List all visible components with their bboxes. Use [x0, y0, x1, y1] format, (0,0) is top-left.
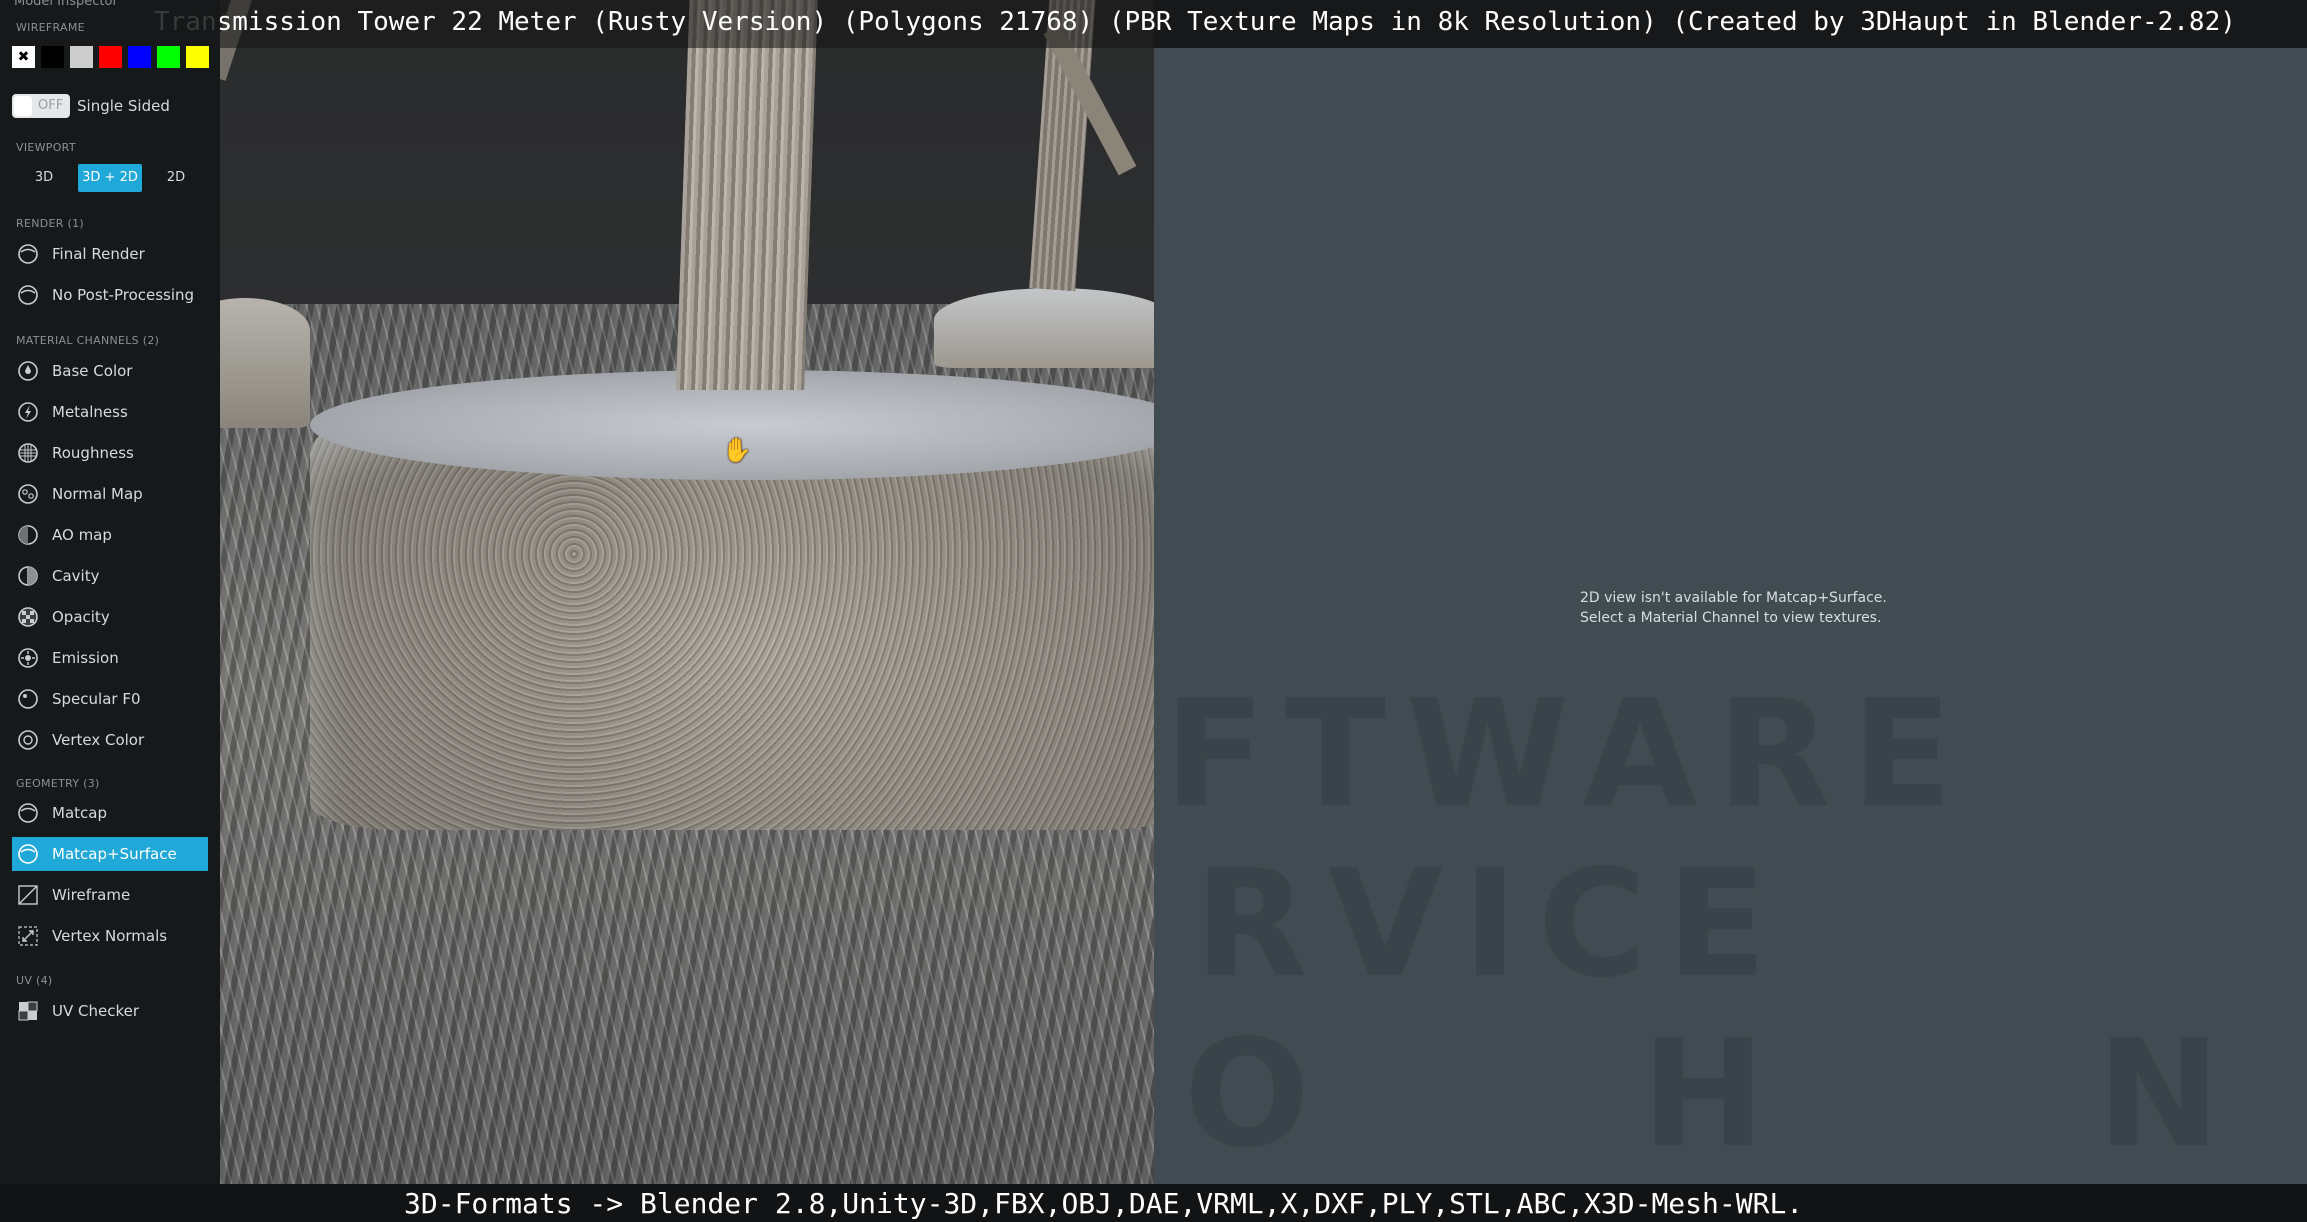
channel-metalness[interactable]: Metalness	[12, 395, 208, 429]
panel2d-message: 2D view isn't available for Matcap+Surfa…	[1580, 588, 1887, 628]
render-sphere-icon	[18, 285, 38, 305]
menu-label: Opacity	[52, 608, 110, 626]
menu-label: Vertex Color	[52, 731, 145, 749]
uv-checker-icon	[18, 1001, 38, 1021]
wireframe-color-red[interactable]	[99, 46, 122, 68]
menu-label: Matcap+Surface	[52, 845, 177, 863]
metalness-icon	[18, 402, 38, 422]
inspector-label[interactable]: Model Inspector	[14, 0, 118, 9]
single-sided-toggle[interactable]: OFF	[12, 94, 70, 118]
channel-normal-map[interactable]: Normal Map	[12, 477, 208, 511]
render-sphere-icon	[18, 244, 38, 264]
specular-icon	[18, 689, 38, 709]
model-inspector-screen: ✋ FTWARE RVICE O H N 2D view isn't avail…	[0, 0, 2307, 1222]
menu-label: Matcap	[52, 804, 107, 822]
vertex-color-icon	[18, 730, 38, 750]
wireframe-color-green[interactable]	[157, 46, 180, 68]
menu-label: Metalness	[52, 403, 128, 421]
menu-label: Vertex Normals	[52, 927, 168, 945]
tree-trunk-center	[676, 0, 818, 390]
channel-roughness[interactable]: Roughness	[12, 436, 208, 470]
geometry-matcap[interactable]: Matcap	[12, 796, 208, 830]
base-color-icon	[18, 361, 38, 381]
geometry-section-label: GEOMETRY (3)	[16, 777, 100, 790]
toggle-state: OFF	[38, 98, 64, 113]
menu-label: No Post-Processing	[52, 286, 195, 304]
channel-opacity[interactable]: Opacity	[12, 600, 208, 634]
menu-label: Wireframe	[52, 886, 131, 904]
wireframe-section-label: WIREFRAME	[16, 21, 85, 34]
opacity-icon	[18, 607, 38, 627]
matcap-icon	[18, 803, 38, 823]
viewport-section-label: VIEWPORT	[16, 141, 76, 154]
channel-base-color[interactable]: Base Color	[12, 354, 208, 388]
channel-vertex-color[interactable]: Vertex Color	[12, 723, 208, 757]
single-sided-label: Single Sided	[77, 97, 170, 115]
watermark-line: O H N	[1184, 1008, 2307, 1180]
cavity-icon	[18, 566, 38, 586]
geometry-vertex-normals[interactable]: Vertex Normals	[12, 919, 208, 953]
title-bar: Transmission Tower 22 Meter (Rusty Versi…	[0, 0, 2307, 48]
geometry-matcap-surface[interactable]: Matcap+Surface	[12, 837, 208, 871]
emission-icon	[18, 648, 38, 668]
panel2d-message-line1: 2D view isn't available for Matcap+Surfa…	[1580, 590, 1887, 606]
uv-checker[interactable]: UV Checker	[12, 994, 208, 1028]
material-channels-section-label: MATERIAL CHANNELS (2)	[16, 334, 160, 347]
menu-label: Specular F0	[52, 690, 141, 708]
menu-label: Cavity	[52, 567, 100, 585]
vertex-normals-icon	[18, 926, 38, 946]
menu-label: Final Render	[52, 245, 145, 263]
viewport-3d-button[interactable]: 3D	[23, 164, 65, 192]
watermark-line: RVICE	[1194, 838, 1788, 1010]
ao-map-icon	[18, 525, 38, 545]
wireframe-color-blue[interactable]	[128, 46, 151, 68]
wireframe-color-yellow[interactable]	[186, 46, 209, 68]
hand-cursor-icon: ✋	[722, 436, 752, 464]
wireframe-color-black[interactable]	[41, 46, 64, 68]
render-item-final-render[interactable]: Final Render	[12, 237, 208, 271]
menu-label: Roughness	[52, 444, 134, 462]
render-item-no-post-processing[interactable]: No Post-Processing	[12, 278, 208, 312]
menu-label: Emission	[52, 649, 119, 667]
normal-map-icon	[18, 484, 38, 504]
roughness-icon	[18, 443, 38, 463]
menu-label: UV Checker	[52, 1002, 140, 1020]
viewport-3d-2d-button[interactable]: 3D + 2D	[78, 164, 142, 192]
viewport-3d[interactable]: ✋	[220, 0, 1154, 1184]
render-section-label: RENDER (1)	[16, 217, 84, 230]
menu-label: AO map	[52, 526, 112, 544]
wireframe-color-none[interactable]: ✖	[12, 46, 35, 68]
channel-cavity[interactable]: Cavity	[12, 559, 208, 593]
formats-footer: 3D-Formats -> Blender 2.8,Unity-3D,FBX,O…	[0, 1184, 2307, 1222]
menu-label: Normal Map	[52, 485, 143, 503]
viewport-2d-panel[interactable]: FTWARE RVICE O H N 2D view isn't availab…	[1154, 48, 2307, 1184]
close-icon: ✖	[17, 49, 30, 65]
watermark-line: FTWARE	[1164, 668, 1973, 840]
viewport-2d-button[interactable]: 2D	[155, 164, 197, 192]
channel-ao-map[interactable]: AO map	[12, 518, 208, 552]
channel-emission[interactable]: Emission	[12, 641, 208, 675]
wireframe-color-light-gray[interactable]	[70, 46, 93, 68]
pedestal-right	[934, 288, 1154, 368]
matcap-surface-icon	[18, 844, 38, 864]
channel-specular-f0[interactable]: Specular F0	[12, 682, 208, 716]
uv-section-label: UV (4)	[16, 974, 53, 987]
pedestal-left	[220, 298, 310, 428]
toggle-knob	[14, 96, 32, 116]
model-title: Transmission Tower 22 Meter (Rusty Versi…	[154, 7, 2236, 37]
panel2d-message-line2: Select a Material Channel to view textur…	[1580, 610, 1882, 626]
inspector-sidebar: Model Inspector WIREFRAME ✖ OFF Single S…	[0, 0, 220, 1184]
geometry-wireframe[interactable]: Wireframe	[12, 878, 208, 912]
menu-label: Base Color	[52, 362, 133, 380]
wireframe-icon	[18, 885, 38, 905]
formats-text: 3D-Formats -> Blender 2.8,Unity-3D,FBX,O…	[404, 1187, 1804, 1220]
